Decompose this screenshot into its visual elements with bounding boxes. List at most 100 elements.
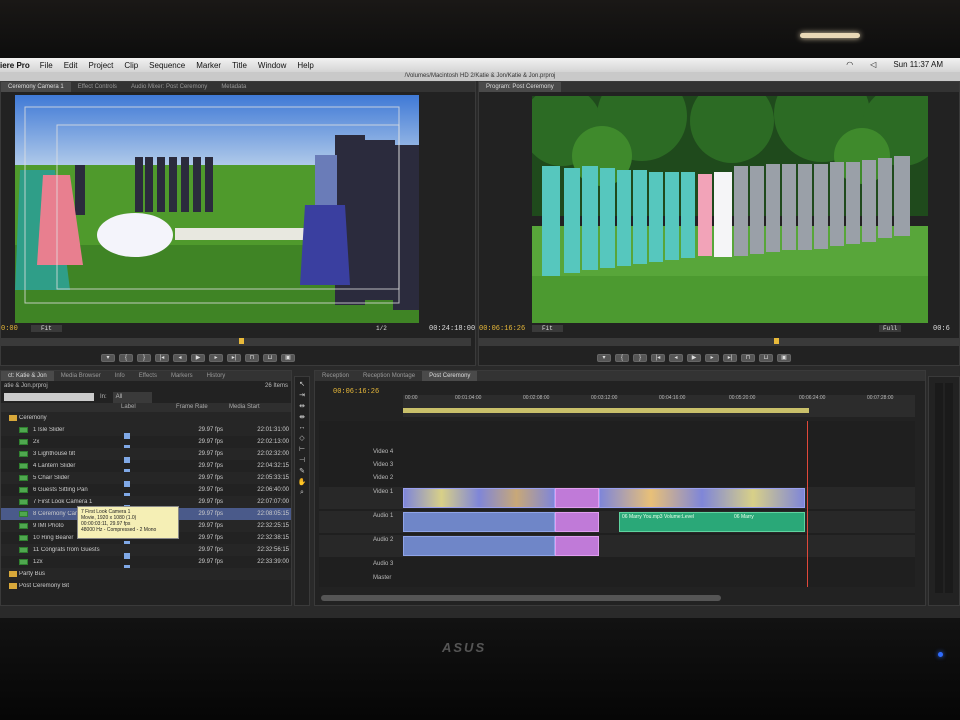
tab-audio-mixer[interactable]: Audio Mixer: Post Ceremony (124, 82, 214, 92)
overwrite-button[interactable]: ⊔ (263, 354, 277, 362)
folder-post-ceremony[interactable]: Post Ceremony Bit (1, 580, 291, 592)
extract-button[interactable]: ⊔ (759, 354, 773, 362)
audio-clip-4[interactable] (555, 536, 599, 556)
track-label-video-1[interactable]: Video 1 (373, 489, 393, 495)
menu-marker[interactable]: Marker (196, 61, 221, 70)
audio-clip-2[interactable] (555, 512, 599, 532)
program-go-to-in-button[interactable]: |◂ (651, 354, 665, 362)
tab-reception[interactable]: Reception (315, 371, 356, 381)
menu-edit[interactable]: Edit (64, 61, 78, 70)
program-scrubber[interactable] (479, 338, 959, 346)
track-select-tool-icon[interactable]: ⇥ (299, 391, 305, 399)
clip-row[interactable]: 5 Chair Slider 29.97 fps 22:05:33:15 (1, 472, 291, 487)
music-clip[interactable]: 06 Marry You.mp3 Volume:Level 06 Marry (619, 512, 805, 532)
source-timecode-in[interactable]: 0:00 (1, 325, 18, 333)
program-export-frame-button[interactable]: ▣ (777, 354, 791, 362)
program-quality[interactable]: Full (879, 325, 902, 332)
selection-tool-icon[interactable]: ↖ (299, 380, 305, 388)
slip-tool-icon[interactable]: ⊢ (299, 445, 305, 453)
tab-metadata[interactable]: Metadata (214, 82, 253, 92)
in-dropdown[interactable]: All (112, 392, 153, 403)
video-clip-2[interactable] (555, 488, 599, 508)
mark-out-button[interactable]: } (137, 354, 151, 362)
program-play-button[interactable]: ▶ (687, 354, 701, 362)
header-label[interactable]: Label (121, 403, 176, 412)
ripple-edit-tool-icon[interactable]: ⇹ (299, 402, 305, 410)
step-forward-button[interactable]: ▸ (209, 354, 223, 362)
slide-tool-icon[interactable]: ⊣ (299, 456, 305, 464)
search-input[interactable] (4, 393, 94, 401)
play-button[interactable]: ▶ (191, 354, 205, 362)
marker-button[interactable]: ▾ (101, 354, 115, 362)
track-label-audio-2[interactable]: Audio 2 (373, 537, 393, 543)
program-mark-in-button[interactable]: { (615, 354, 629, 362)
track-label-video-3[interactable]: Video 3 (373, 462, 393, 468)
clip-row[interactable]: 11 Congrats from Guests 29.97 fps 22:32:56… (1, 544, 291, 559)
go-to-out-button[interactable]: ▸| (227, 354, 241, 362)
tab-project[interactable]: ct: Katie & Jon (1, 371, 54, 381)
menu-file[interactable]: File (40, 61, 53, 70)
program-step-forward-button[interactable]: ▸ (705, 354, 719, 362)
tab-effect-controls[interactable]: Effect Controls (71, 82, 124, 92)
tab-media-browser[interactable]: Media Browser (54, 371, 108, 381)
program-marker-button[interactable]: ▾ (597, 354, 611, 362)
tab-program[interactable]: Program: Post Ceremony (479, 82, 561, 92)
source-scrubber[interactable] (1, 338, 471, 346)
tab-info[interactable]: Info (108, 371, 132, 381)
export-frame-button[interactable]: ▣ (281, 354, 295, 362)
menu-sequence[interactable]: Sequence (149, 61, 185, 70)
tab-reception-montage[interactable]: Reception Montage (356, 371, 422, 381)
header-media-start[interactable]: Media Start (229, 403, 289, 412)
program-mark-out-button[interactable]: } (633, 354, 647, 362)
go-to-in-button[interactable]: |◂ (155, 354, 169, 362)
hand-tool-icon[interactable]: ✋ (298, 478, 307, 486)
tab-effects[interactable]: Effects (132, 371, 164, 381)
video-clip-1[interactable] (403, 488, 555, 508)
clip-row[interactable]: 3 Lighthouse tilt 29.97 fps 22:02:32:00 (1, 448, 291, 463)
track-label-audio-3[interactable]: Audio 3 (373, 561, 393, 567)
program-timecode[interactable]: 00:06:16:26 (479, 325, 525, 333)
track-label-video-2[interactable]: Video 2 (373, 475, 393, 481)
clip-row[interactable]: 2x 29.97 fps 22:02:13:00 (1, 436, 291, 451)
clip-row[interactable]: 4 Lantern Slider 29.97 fps 22:04:32:15 (1, 460, 291, 475)
menu-clip[interactable]: Clip (124, 61, 138, 70)
volume-icon[interactable]: ◁ (870, 60, 876, 69)
program-playhead-marker[interactable] (774, 338, 779, 344)
step-back-button[interactable]: ◂ (173, 354, 187, 362)
program-go-to-out-button[interactable]: ▸| (723, 354, 737, 362)
razor-tool-icon[interactable]: ◇ (299, 434, 304, 442)
mark-in-button[interactable]: { (119, 354, 133, 362)
timeline-ruler[interactable]: 00:00 00:01:04:00 00:02:08:00 00:03:12:0… (403, 395, 915, 417)
clock[interactable]: Sun 11:37 AM (893, 60, 943, 69)
source-zoom[interactable]: Fit (31, 325, 62, 332)
track-label-video-4[interactable]: Video 4 (373, 449, 393, 455)
audio-clip-1[interactable] (403, 512, 555, 532)
menu-project[interactable]: Project (88, 61, 113, 70)
app-name[interactable]: iere Pro (0, 61, 30, 70)
rate-stretch-tool-icon[interactable]: ↔ (299, 424, 306, 431)
insert-button[interactable]: ⊓ (245, 354, 259, 362)
pen-tool-icon[interactable]: ✎ (299, 467, 305, 475)
timeline-timecode[interactable]: 00:06:16:26 (333, 388, 379, 396)
tab-source[interactable]: Ceremony Camera 1 (1, 82, 71, 92)
timeline-scrollbar[interactable] (321, 595, 721, 601)
clip-row[interactable]: 1 Isle Slider 29.97 fps 22:01:31:00 (1, 424, 291, 439)
track-label-master[interactable]: Master (373, 575, 391, 581)
tab-markers[interactable]: Markers (164, 371, 200, 381)
program-step-back-button[interactable]: ◂ (669, 354, 683, 362)
menu-help[interactable]: Help (297, 61, 313, 70)
tab-history[interactable]: History (200, 371, 233, 381)
clip-row[interactable]: 12x 29.97 fps 22:33:39:00 (1, 556, 291, 571)
menu-title[interactable]: Title (232, 61, 247, 70)
work-area-bar[interactable] (403, 408, 809, 413)
rolling-edit-tool-icon[interactable]: ⇼ (299, 413, 305, 421)
lift-button[interactable]: ⊓ (741, 354, 755, 362)
video-clip-3[interactable] (599, 488, 805, 508)
folder-ceremony[interactable]: Ceremony (1, 412, 291, 424)
folder-party-bus[interactable]: Party Bus (1, 568, 291, 580)
source-page[interactable]: 1/2 (376, 325, 387, 332)
program-video[interactable] (532, 96, 928, 323)
clip-row[interactable]: 6 Guests Sitting Pan 29.97 fps 22:06:40:00 (1, 484, 291, 499)
audio-clip-3[interactable] (403, 536, 555, 556)
track-label-audio-1[interactable]: Audio 1 (373, 513, 393, 519)
